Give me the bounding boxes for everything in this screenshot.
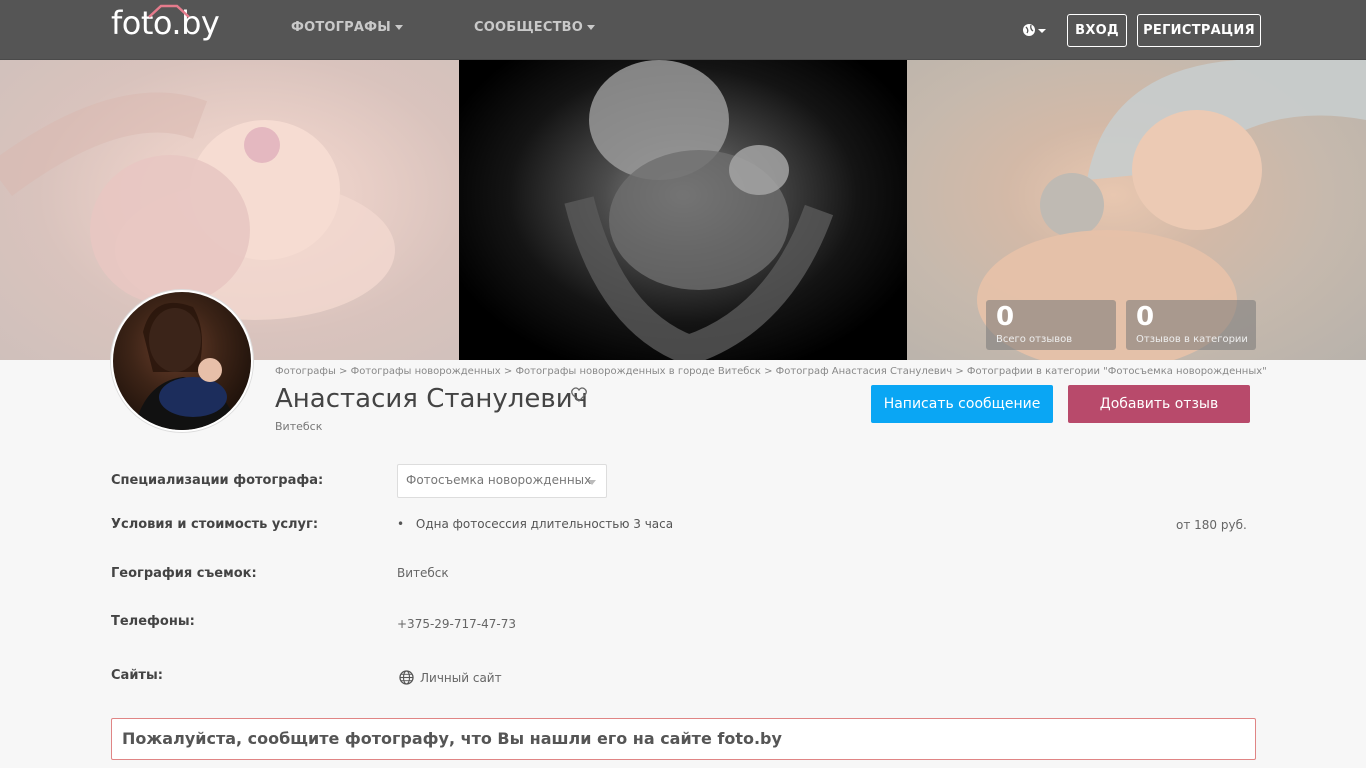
heart-icon[interactable] xyxy=(571,387,587,402)
service-item-text: Одна фотосессия длительностью 3 часа xyxy=(415,517,674,531)
send-message-button[interactable]: Написать сообщение xyxy=(871,385,1053,423)
total-reviews-label: Всего отзывов xyxy=(996,334,1073,345)
register-button[interactable]: РЕГИСТРАЦИЯ xyxy=(1137,14,1261,47)
photographer-city: Витебск xyxy=(275,420,323,433)
cover-photo-2[interactable] xyxy=(459,60,907,360)
chevron-down-icon xyxy=(588,480,596,485)
chevron-down-icon xyxy=(587,25,596,30)
personal-site-label: Личный сайт xyxy=(420,670,502,685)
top-navbar: foto.by ФОТОГРАФЫ СООБЩЕСТВО ВХОД РЕГИСТ… xyxy=(0,0,1366,60)
nav-photographers[interactable]: ФОТОГРАФЫ xyxy=(291,20,403,35)
personal-site-link[interactable]: Личный сайт xyxy=(399,670,502,685)
photographer-avatar[interactable] xyxy=(111,290,253,432)
logo-roof-icon xyxy=(148,4,190,18)
bullet-icon: • xyxy=(397,517,405,531)
phones-label: Телефоны: xyxy=(111,614,195,629)
login-button[interactable]: ВХОД xyxy=(1067,14,1127,47)
globe-icon xyxy=(399,670,414,685)
specializations-label: Специализации фотографа: xyxy=(111,473,324,488)
specialization-selected-value: Фотосъемка новорожденных xyxy=(406,473,592,487)
add-review-button[interactable]: Добавить отзыв xyxy=(1068,385,1250,423)
category-reviews-count: 0 xyxy=(1136,302,1155,332)
geography-value: Витебск xyxy=(397,566,449,580)
services-label: Условия и стоимость услуг: xyxy=(111,517,319,532)
nav-community[interactable]: СООБЩЕСТВО xyxy=(474,20,596,35)
newborn-photo-bw xyxy=(564,60,834,360)
total-reviews-stat: 0 Всего отзывов xyxy=(986,300,1116,350)
photographer-name: Анастасия Станулевич xyxy=(275,384,589,414)
nav-photographers-label: ФОТОГРАФЫ xyxy=(291,20,391,35)
service-list-item: • Одна фотосессия длительностью 3 часа xyxy=(397,517,673,531)
notice-banner: Пожалуйста, сообщите фотографу, что Вы н… xyxy=(111,718,1256,760)
total-reviews-count: 0 xyxy=(996,302,1015,332)
category-reviews-label: Отзывов в категории xyxy=(1136,334,1248,345)
breadcrumb[interactable]: Фотографы > Фотографы новорожденных > Фо… xyxy=(275,366,1267,377)
geography-label: География съемок: xyxy=(111,566,257,581)
specialization-select[interactable]: Фотосъемка новорожденных xyxy=(397,464,607,498)
phone-value[interactable]: +375-29-717-47-73 xyxy=(397,617,516,631)
chevron-down-icon xyxy=(394,25,403,30)
service-price: от 180 руб. xyxy=(1176,518,1247,532)
sites-label: Сайты: xyxy=(111,668,163,683)
language-globe-icon[interactable] xyxy=(1022,21,1048,39)
avatar-photo xyxy=(133,302,238,430)
nav-community-label: СООБЩЕСТВО xyxy=(474,20,584,35)
category-reviews-stat: 0 Отзывов в категории xyxy=(1126,300,1256,350)
